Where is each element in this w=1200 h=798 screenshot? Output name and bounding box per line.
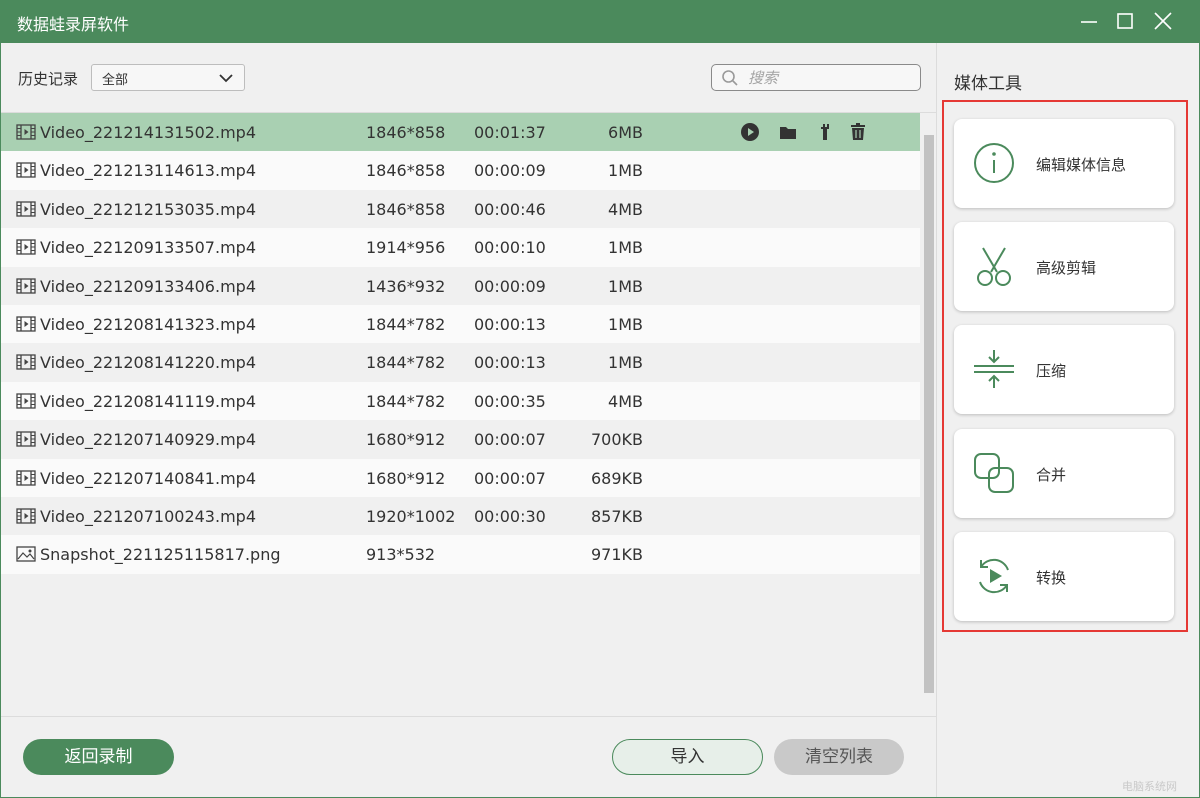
minimize-icon <box>1081 21 1097 23</box>
minimize-button[interactable] <box>1076 8 1102 34</box>
close-button[interactable] <box>1150 8 1176 34</box>
app-title: 数据蛙录屏软件 <box>17 15 130 34</box>
maximize-button[interactable] <box>1112 8 1138 34</box>
watermark: 电脑系统网 <box>1122 780 1177 793</box>
title-bar: 数据蛙录屏软件 <box>0 0 1200 43</box>
window-frame <box>0 43 1200 798</box>
close-icon <box>1154 12 1172 30</box>
maximize-icon <box>1117 13 1133 29</box>
